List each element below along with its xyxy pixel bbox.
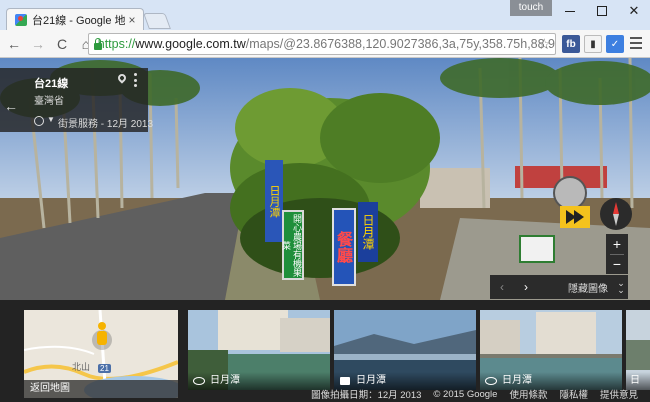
feedback-link[interactable]: 提供意見	[600, 387, 638, 401]
browser-toolbar: ← → C ⌂ https://www.google.com.tw/maps/@…	[0, 30, 650, 58]
arrow-right-icon: →	[31, 35, 45, 52]
photo-filmstrip: 北山 21 返回地圖 日月潭 日月潭 日月潭 日 圖像拍攝日期：12月 2013…	[0, 300, 650, 402]
capture-info: 街景服務 - 12月 2013	[58, 119, 154, 130]
prev-photo-button[interactable]: ‹	[490, 280, 514, 294]
minimize-icon	[565, 10, 575, 12]
save-extension-icon[interactable]: ▮	[584, 35, 602, 53]
minimize-button[interactable]	[554, 0, 586, 22]
photo-thumbnail[interactable]: 日月潭	[188, 310, 330, 390]
minimap-road-badge: 21	[98, 364, 111, 373]
next-photo-button[interactable]: ›	[514, 280, 538, 294]
location-info-card: ← 台21線 臺灣省 ▼ 街景服務 - 12月 2013	[0, 68, 153, 132]
copyright: © 2015 Google	[433, 388, 498, 400]
zoom-divider	[610, 254, 624, 255]
browser-tab[interactable]: 台21線 - Google 地圖 ×	[6, 8, 144, 30]
maximize-icon	[597, 6, 607, 16]
zoom-in-button[interactable]: +	[606, 234, 628, 254]
zoom-out-button[interactable]: −	[606, 254, 628, 274]
capture-date: 圖像拍攝日期：12月 2013	[311, 390, 422, 401]
url-text: https://www.google.com.tw/maps/@23.86763…	[97, 37, 555, 51]
location-subtitle: 臺灣省	[34, 96, 64, 107]
tab-close-icon[interactable]: ×	[125, 13, 139, 27]
arrow-left-icon: ←	[7, 35, 21, 52]
forward-button[interactable]: →	[28, 34, 48, 54]
tab-bar: 台21線 - Google 地圖 × touch ✕	[0, 0, 650, 30]
pegman-icon	[96, 322, 108, 348]
terms-link[interactable]: 使用條款	[509, 387, 547, 401]
sign-left: 日月潭	[265, 160, 283, 242]
sign-mid: 開心農場有機果菜	[281, 210, 304, 280]
collapse-chevron-icon[interactable]: ⌄ ⌄	[614, 279, 628, 295]
map-footer: 圖像拍攝日期：12月 2013 © 2015 Google 使用條款 隱私權 提…	[0, 386, 650, 402]
facebook-extension-button[interactable]: fb	[562, 35, 580, 53]
minimap-place: 北山	[72, 362, 91, 372]
photo-thumbnail[interactable]: 日月潭	[334, 310, 476, 390]
compass-south-icon	[613, 214, 619, 226]
photo-strip-bar: ‹ › 隱藏圖像 ⌄ ⌄	[490, 275, 628, 299]
new-tab-button[interactable]	[143, 13, 171, 29]
window-close-button[interactable]: ✕	[618, 0, 650, 22]
menu-icon[interactable]	[630, 37, 642, 49]
back-button[interactable]: ←	[4, 34, 24, 54]
check-extension-button[interactable]: ✓	[606, 35, 624, 53]
reload-icon: C	[56, 35, 68, 52]
panorama-360-icon	[485, 377, 497, 385]
reload-button[interactable]: C	[52, 34, 72, 54]
location-pin-icon[interactable]	[116, 72, 128, 84]
photo-thumbnail[interactable]: 日月潭	[480, 310, 622, 390]
history-clock-icon[interactable]	[34, 116, 44, 126]
zoom-control: + −	[606, 234, 628, 274]
address-bar[interactable]: https://www.google.com.tw/maps/@23.86763…	[88, 33, 556, 55]
minimap[interactable]: 北山 21 返回地圖	[24, 310, 178, 398]
sign-right-top: 日月潭	[358, 202, 378, 262]
hide-images-label[interactable]: 隱藏圖像	[538, 280, 614, 295]
caret-down-icon[interactable]: ▼	[47, 115, 55, 124]
street-view-panorama[interactable]: 日月潭 開心農場有機果菜 日月潭 餐廳 ← 台21線 臺灣省 ▼ 街景服務 - …	[0, 58, 650, 300]
browser-window: 台21線 - Google 地圖 × touch ✕ ← → C ⌂ https…	[0, 0, 650, 402]
photo-thumbnail[interactable]: 日	[626, 310, 650, 390]
touch-badge[interactable]: touch	[510, 0, 552, 16]
location-title: 台21線	[34, 78, 69, 90]
tab-title: 台21線 - Google 地圖	[32, 14, 125, 27]
camera-icon	[340, 377, 350, 385]
maps-favicon-icon	[15, 13, 27, 26]
more-options-icon[interactable]	[134, 73, 137, 87]
compass-north-icon	[613, 202, 619, 214]
maximize-button[interactable]	[586, 0, 618, 22]
lock-icon	[93, 38, 100, 50]
panorama-360-icon	[193, 377, 205, 385]
sign-right-bottom: 餐廳	[332, 208, 356, 286]
privacy-link[interactable]: 隱私權	[559, 387, 588, 401]
bookmark-star-icon[interactable]: ☆	[538, 35, 551, 53]
back-arrow-icon[interactable]: ←	[4, 98, 18, 114]
compass-control[interactable]	[600, 198, 632, 230]
